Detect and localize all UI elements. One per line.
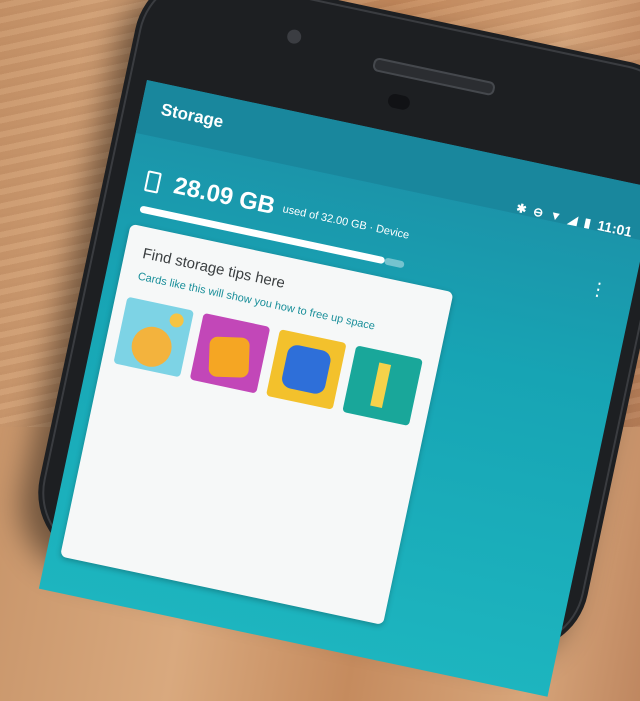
character-icon [127, 323, 176, 371]
character-icon [208, 336, 250, 378]
illustration-tile [113, 296, 195, 378]
app-badge-icon [280, 343, 333, 396]
storage-progress-remaining [383, 257, 405, 269]
sun-icon [168, 312, 185, 329]
illustration-tile [189, 312, 271, 394]
device-icon [143, 169, 163, 194]
storage-tips-card[interactable]: Find storage tips here Cards like this w… [60, 223, 454, 625]
bolt-icon [370, 362, 392, 409]
overflow-menu-icon[interactable]: ⋮ [587, 278, 609, 301]
do-not-disturb-icon: ⊖ [531, 204, 545, 221]
storage-detail: used of 32.00 GB · Device [281, 203, 411, 242]
wifi-icon: ▼ [548, 207, 564, 225]
battery-icon: ▮ [582, 215, 593, 231]
illustration-tile [265, 329, 347, 410]
page-title: Storage [159, 99, 226, 132]
illustration-tiles [113, 296, 423, 426]
signal-icon: ◢ [567, 211, 579, 228]
phone-screen: Storage ✱ ⊖ ▼ ◢ ▮ 11:01 ⋮ 28.09 GB used … [38, 79, 640, 697]
bluetooth-icon: ✱ [515, 200, 528, 217]
storage-used-value: 28.09 GB [171, 172, 278, 221]
illustration-tile [342, 345, 423, 426]
